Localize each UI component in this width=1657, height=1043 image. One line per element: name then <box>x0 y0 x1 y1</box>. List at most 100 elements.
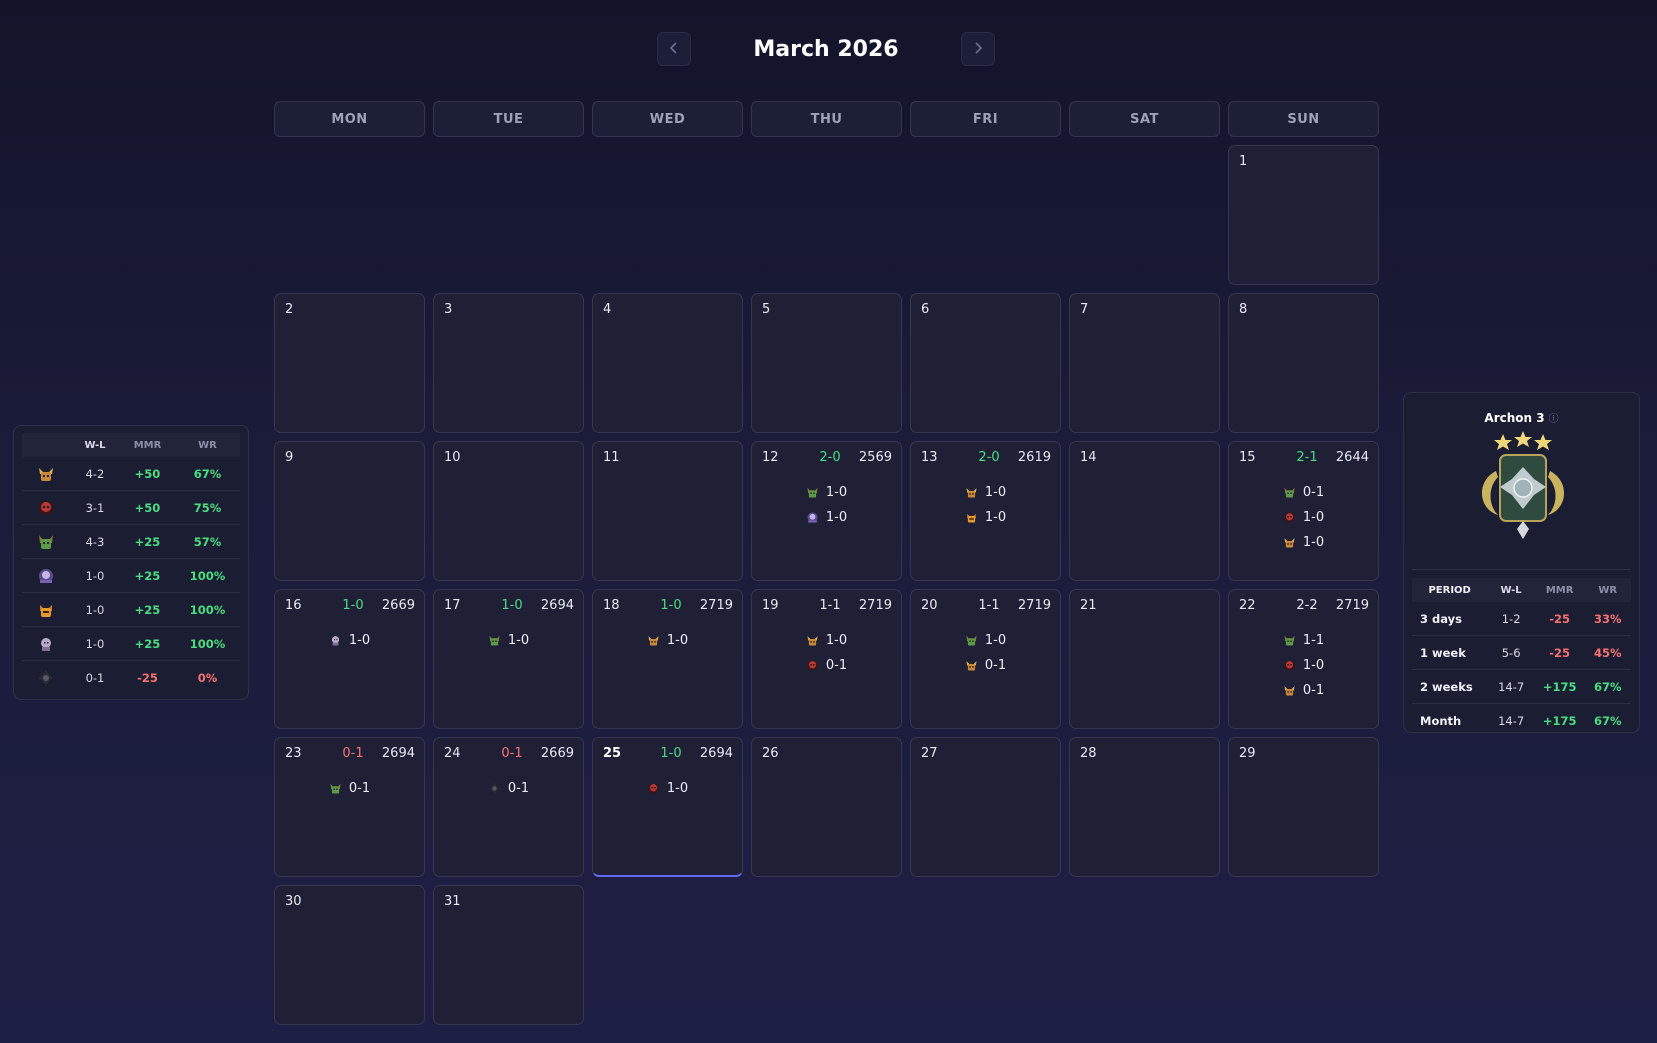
day-cell-22[interactable]: 22 2-2 2719 1-1 1-0 0-1 <box>1228 589 1379 729</box>
red-hero-icon <box>1283 511 1296 524</box>
hero-wl: 4-2 <box>85 466 105 481</box>
day-games: 0-1 1-0 1-0 <box>1229 480 1378 555</box>
hero-wl: 1-0 <box>85 602 105 617</box>
day-record: 1-0 <box>342 598 364 613</box>
day-record: 1-0 <box>660 598 682 613</box>
weekday-sat: SAT <box>1069 101 1220 137</box>
hero-stats-row[interactable]: 4-2 +50 67% <box>22 457 240 491</box>
day-number: 14 <box>1080 450 1097 465</box>
day-record: 2-0 <box>819 450 841 465</box>
game-entry: 1-0 <box>275 628 424 653</box>
hero-mmr: +25 <box>134 534 161 549</box>
day-cell-13[interactable]: 13 2-0 2619 1-0 1-0 <box>910 441 1061 581</box>
day-cell-29[interactable]: 29 <box>1228 737 1379 877</box>
day-cell-27[interactable]: 27 <box>910 737 1061 877</box>
hero-wr: 57% <box>193 534 222 549</box>
day-cell-19[interactable]: 19 1-1 2719 1-0 0-1 <box>751 589 902 729</box>
day-cell-30[interactable]: 30 <box>274 885 425 1025</box>
hero-stats-row[interactable]: 4-3 +25 57% <box>22 525 240 559</box>
day-cell-20[interactable]: 20 1-1 2719 1-0 0-1 <box>910 589 1061 729</box>
rank-name: Archon 3 <box>1484 411 1545 425</box>
hero-stats-row[interactable]: 0-1 -25 0% <box>22 661 240 694</box>
day-record: 0-1 <box>501 746 523 761</box>
day-mmr: 2644 <box>1335 450 1369 465</box>
day-mmr: 2694 <box>540 598 574 613</box>
day-cell-11[interactable]: 11 <box>592 441 743 581</box>
horned-gold-hero-icon <box>965 486 978 499</box>
red-hero-icon <box>1283 659 1296 672</box>
hero-stats-row[interactable]: 1-0 +25 100% <box>22 559 240 593</box>
day-cell-31[interactable]: 31 <box>433 885 584 1025</box>
day-cell-9[interactable]: 9 <box>274 441 425 581</box>
game-result: 1-0 <box>507 633 530 648</box>
day-cell-2[interactable]: 2 <box>274 293 425 433</box>
day-number: 30 <box>285 894 302 909</box>
hero-wr: 67% <box>193 466 222 481</box>
day-number: 15 <box>1239 450 1256 465</box>
day-cell-16[interactable]: 16 1-0 2669 1-0 <box>274 589 425 729</box>
dark-hero-icon <box>22 669 70 687</box>
day-number: 6 <box>921 302 930 317</box>
day-cell-12[interactable]: 12 2-0 2569 1-0 1-0 <box>751 441 902 581</box>
month-title: March 2026 <box>753 37 899 62</box>
day-cell-6[interactable]: 6 <box>910 293 1061 433</box>
day-mmr: 2619 <box>1017 450 1051 465</box>
green-hero-icon <box>488 634 501 647</box>
hero-stats-row[interactable]: 1-0 +25 100% <box>22 593 240 627</box>
day-cell-1[interactable]: 1 <box>1228 145 1379 285</box>
wr-column-header: WR <box>198 439 217 451</box>
hero-stats-row[interactable]: 3-1 +50 75% <box>22 491 240 525</box>
day-number: 20 <box>921 598 938 613</box>
prev-month-button[interactable] <box>657 32 691 66</box>
hero-wl: 1-0 <box>85 568 105 583</box>
day-cell-4[interactable]: 4 <box>592 293 743 433</box>
horned-gold-hero-icon <box>1283 536 1296 549</box>
period-label: 2 weeks <box>1420 679 1473 694</box>
day-games: 1-0 <box>434 628 583 653</box>
period-wl: 14-7 <box>1498 679 1525 694</box>
horned-gold-hero-icon <box>1283 684 1296 697</box>
day-cell-8[interactable]: 8 <box>1228 293 1379 433</box>
day-cell-14[interactable]: 14 <box>1069 441 1220 581</box>
horned-gold-hero-icon <box>22 465 70 483</box>
day-cell-5[interactable]: 5 <box>751 293 902 433</box>
hero-wl: 1-0 <box>85 636 105 651</box>
day-record: 2-1 <box>1296 450 1318 465</box>
day-cell-26[interactable]: 26 <box>751 737 902 877</box>
day-cell-18[interactable]: 18 1-0 2719 1-0 <box>592 589 743 729</box>
rank-title: Archon 3 ⓘ <box>1404 410 1639 425</box>
day-mmr: 2669 <box>381 598 415 613</box>
hero-mmr: +50 <box>134 500 161 515</box>
day-cell-21[interactable]: 21 <box>1069 589 1220 729</box>
day-cell-28[interactable]: 28 <box>1069 737 1220 877</box>
info-icon[interactable]: ⓘ <box>1549 414 1559 425</box>
day-number: 9 <box>285 450 294 465</box>
day-record: 1-1 <box>819 598 841 613</box>
weekday-sun: SUN <box>1228 101 1379 137</box>
day-cell-10[interactable]: 10 <box>433 441 584 581</box>
archon-medal-icon <box>1481 431 1565 539</box>
game-entry: 0-1 <box>911 653 1060 678</box>
day-cell-25[interactable]: 25 1-0 2694 1-0 <box>592 737 743 877</box>
day-cell-3[interactable]: 3 <box>433 293 584 433</box>
game-result: 1-0 <box>1302 510 1325 525</box>
day-cell-23[interactable]: 23 0-1 2694 0-1 <box>274 737 425 877</box>
game-result: 1-0 <box>666 781 689 796</box>
day-number: 3 <box>444 302 453 317</box>
game-result: 1-0 <box>984 633 1007 648</box>
day-cell-17[interactable]: 17 1-0 2694 1-0 <box>433 589 584 729</box>
day-cell-15[interactable]: 15 2-1 2644 0-1 1-0 1-0 <box>1228 441 1379 581</box>
hero-stats-row[interactable]: 1-0 +25 100% <box>22 627 240 661</box>
day-number: 19 <box>762 598 779 613</box>
day-number: 18 <box>603 598 620 613</box>
day-number: 26 <box>762 746 779 761</box>
day-number: 16 <box>285 598 302 613</box>
next-month-button[interactable] <box>961 32 995 66</box>
day-cell-7[interactable]: 7 <box>1069 293 1220 433</box>
game-result: 0-1 <box>984 658 1007 673</box>
horned-gold-hero-icon <box>965 659 978 672</box>
hero-stats-header: W-L MMR WR <box>22 433 240 457</box>
game-result: 1-0 <box>825 510 848 525</box>
day-cell-24[interactable]: 24 0-1 2669 0-1 <box>433 737 584 877</box>
period-column-header: PERIOD <box>1428 584 1471 596</box>
